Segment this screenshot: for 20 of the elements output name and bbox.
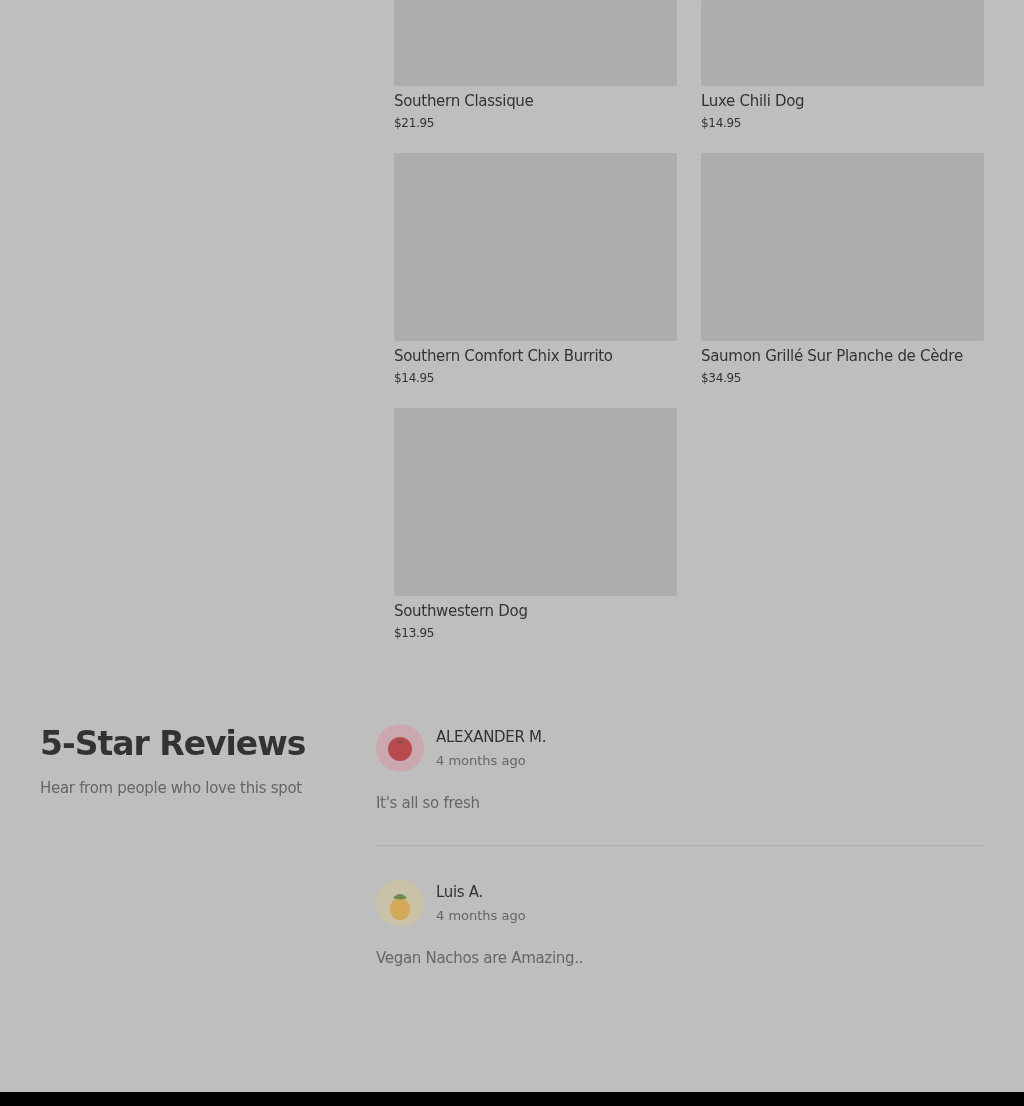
item-price: $34.95 bbox=[701, 371, 743, 385]
pineapple-icon bbox=[376, 879, 424, 927]
item-price: $21.95 bbox=[394, 116, 436, 130]
review-author: ALEXANDER M. bbox=[436, 728, 547, 746]
item-name: Saumon Grillé Sur Planche de Cèdre bbox=[701, 347, 964, 365]
item-name: Southern Comfort Chix Burrito bbox=[394, 347, 614, 365]
review-author: Luis A. bbox=[436, 883, 484, 901]
section-title: 5-Star Reviews bbox=[40, 724, 306, 763]
review-time: 4 months ago bbox=[436, 908, 526, 923]
item-price: $13.95 bbox=[394, 626, 436, 640]
item-name: Luxe Chili Dog bbox=[701, 92, 806, 110]
tomato-icon bbox=[376, 724, 424, 772]
review-text: Vegan Nachos are Amazing.. bbox=[376, 949, 584, 967]
item-name: Southwestern Dog bbox=[394, 602, 529, 620]
section-subtitle: Hear from people who love this spot bbox=[40, 779, 302, 797]
item-name: Southern Classique bbox=[394, 92, 535, 110]
review-text: It's all so fresh bbox=[376, 794, 480, 812]
item-price: $14.95 bbox=[394, 371, 436, 385]
item-price: $14.95 bbox=[701, 116, 743, 130]
review-time: 4 months ago bbox=[436, 753, 526, 768]
